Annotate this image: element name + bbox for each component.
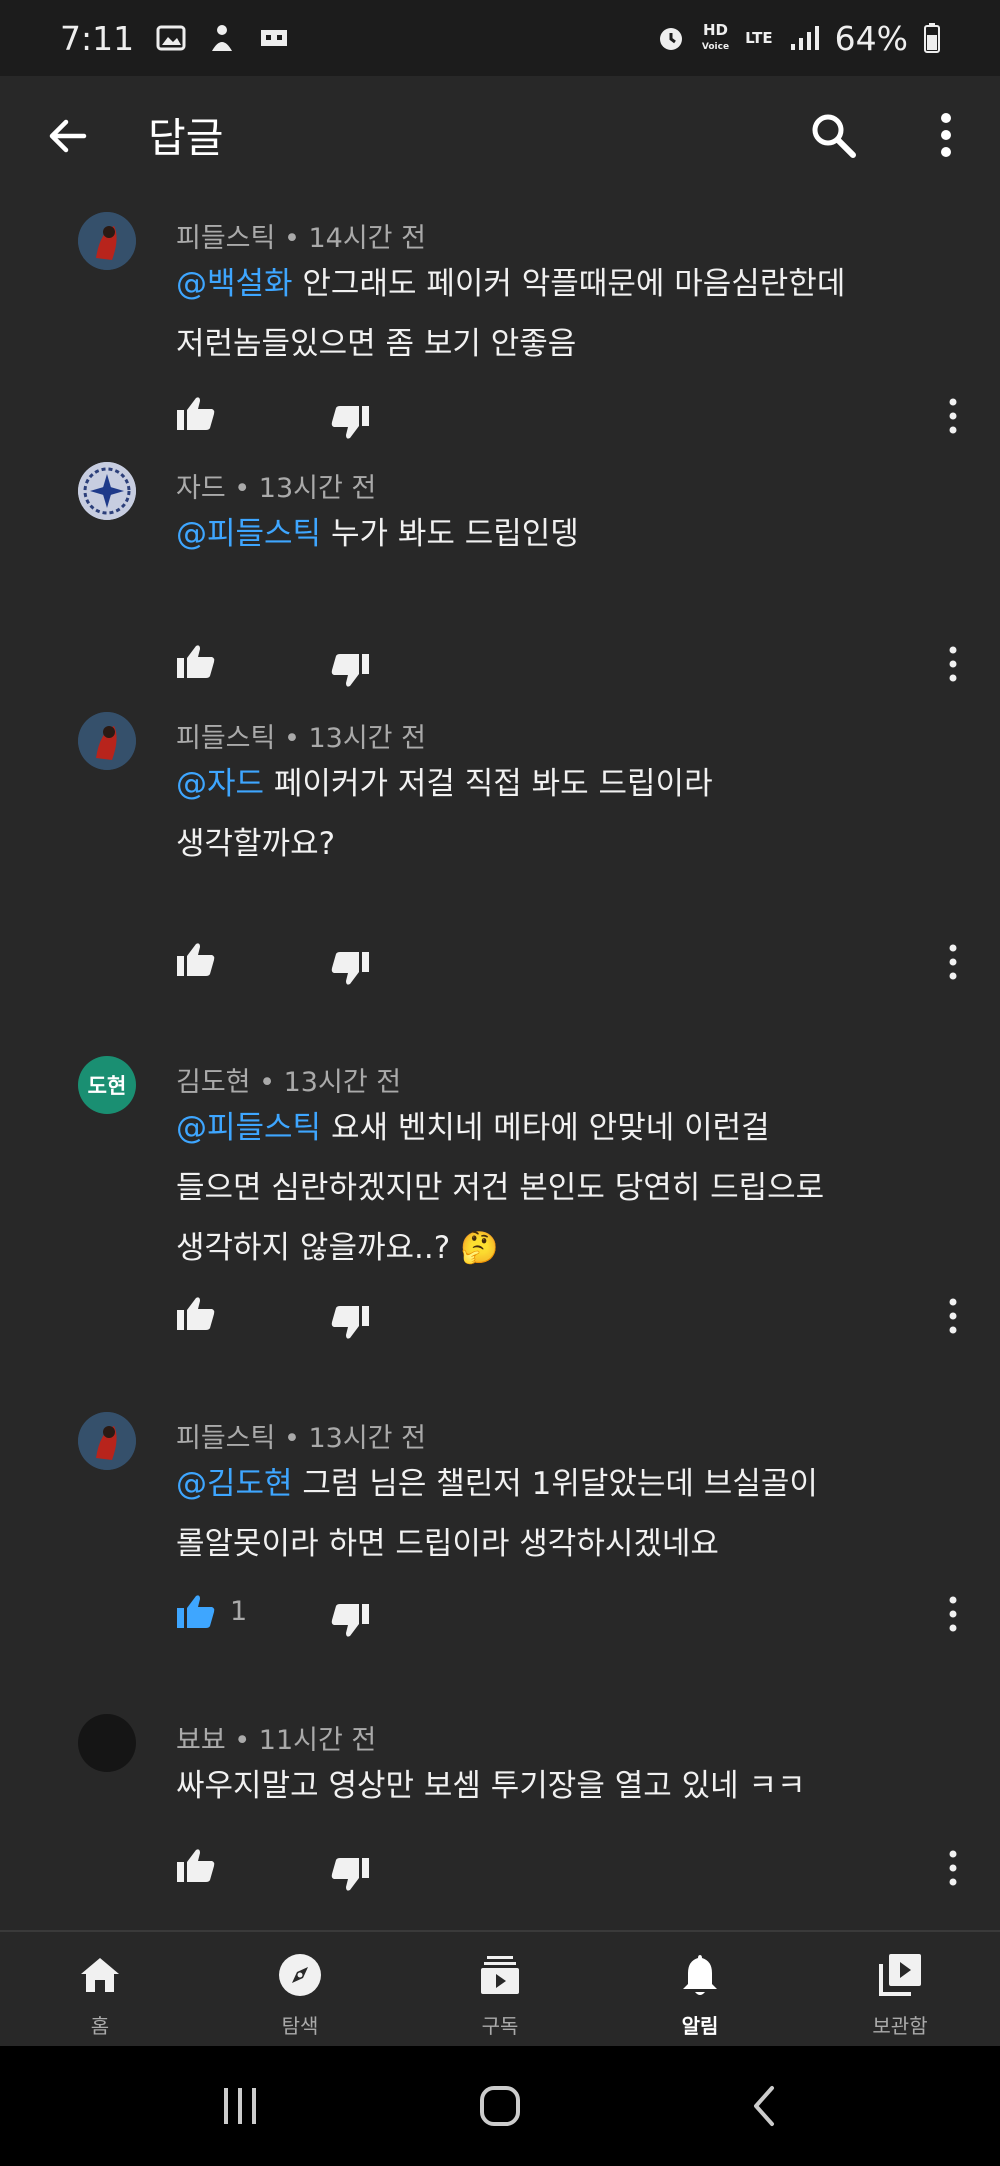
thumbs-down-icon[interactable] <box>330 948 370 988</box>
comment-time: 13시간 전 <box>308 723 426 754</box>
back-button-icon[interactable] <box>742 2084 786 2128</box>
alarm-icon <box>656 23 686 53</box>
home-button-icon[interactable] <box>478 2084 522 2128</box>
comment-text: @피들스틱 누가 봐도 드립인뎅 <box>176 516 579 552</box>
game-notification-icon <box>258 24 290 52</box>
more-options-icon[interactable] <box>930 110 962 160</box>
nav-notifications[interactable]: 알림 <box>600 1932 800 2046</box>
comment-author[interactable]: 피들스틱 <box>176 723 275 754</box>
nav-library[interactable]: 보관함 <box>800 1932 1000 2046</box>
comment-time: 13시간 전 <box>283 1067 402 1098</box>
comment-more-icon[interactable] <box>946 1594 960 1634</box>
explore-icon <box>279 1954 321 1996</box>
comment-actions <box>176 642 976 692</box>
thumbs-up-icon[interactable] <box>176 940 216 980</box>
system-navigation-bar <box>0 2046 1000 2166</box>
status-time: 7:11 <box>60 18 135 58</box>
subscriptions-icon <box>481 1956 519 1994</box>
battery-percent: 64% <box>834 18 908 58</box>
comment-time: 11시간 전 <box>258 1725 377 1756</box>
avatar-initials: 도현 <box>87 1074 127 1098</box>
comment-actions <box>176 394 976 444</box>
thumbs-down-icon[interactable] <box>330 650 370 690</box>
comment-author[interactable]: 피들스틱 <box>176 1423 275 1454</box>
search-icon[interactable] <box>808 110 858 160</box>
comment-more-icon[interactable] <box>946 942 960 982</box>
avatar[interactable] <box>78 1412 136 1470</box>
comment-text: @피들스틱 요새 벤치네 메타에 안맞네 이런걸 들으면 심란하겠지만 저건 본… <box>176 1110 825 1266</box>
thumbs-up-icon[interactable] <box>176 1294 216 1334</box>
lte-indicator: LTE <box>745 29 773 47</box>
nav-label: 탐색 <box>281 2014 319 2038</box>
avatar[interactable] <box>78 1714 136 1772</box>
mention-link[interactable]: @백설화 <box>176 266 293 302</box>
nav-home[interactable]: 홈 <box>0 1932 200 2046</box>
mention-link[interactable]: @김도현 <box>176 1466 293 1502</box>
comment-text: 싸우지말고 영상만 보셈 투기장을 열고 있네 ㅋㅋ <box>176 1768 806 1804</box>
comment-time: 13시간 전 <box>258 473 377 504</box>
hd-voice-indicator: HD Voice <box>701 20 730 52</box>
bell-icon <box>683 1955 717 1995</box>
comment-meta: 피들스틱 • 14시간 전 <box>176 223 426 254</box>
avatar[interactable] <box>78 212 136 270</box>
avatar[interactable] <box>78 462 136 520</box>
thumbs-down-icon[interactable] <box>330 402 370 442</box>
avatar[interactable] <box>78 712 136 770</box>
comment-meta: 자드 • 13시간 전 <box>176 473 377 504</box>
thumbs-up-icon[interactable] <box>176 394 216 434</box>
app-bar: 답글 <box>0 76 1000 194</box>
comment-actions <box>176 1294 976 1344</box>
comment-more-icon[interactable] <box>946 1296 960 1336</box>
comment-author[interactable]: 뵤뵤 <box>176 1725 226 1756</box>
thumbs-up-icon[interactable] <box>176 1846 216 1886</box>
library-icon <box>879 1954 921 1996</box>
nav-label: 보관함 <box>872 2014 928 2038</box>
comment-text: @자드 페이커가 저걸 직접 봐도 드립이라 생각할까요? <box>176 766 713 862</box>
signal-icon <box>789 24 819 52</box>
thumbs-up-icon-liked[interactable] <box>176 1592 216 1632</box>
nav-label: 알림 <box>681 2014 719 2038</box>
status-bar: 7:11 HD Voice LTE 64% <box>0 0 1000 76</box>
battery-icon <box>924 23 940 53</box>
comment-more-icon[interactable] <box>946 1848 960 1888</box>
thumbs-down-icon[interactable] <box>330 1854 370 1894</box>
thumbs-down-icon[interactable] <box>330 1302 370 1342</box>
comment-actions <box>176 1846 976 1896</box>
mention-link[interactable]: @피들스틱 <box>176 516 321 552</box>
recent-apps-icon[interactable] <box>218 2084 262 2128</box>
comment-more-icon[interactable] <box>946 396 960 436</box>
bottom-navigation: 홈 탐색 구독 알림 보관함 <box>0 1930 1000 2046</box>
comment-actions: 1 <box>176 1592 976 1642</box>
comment-meta: 김도현 • 13시간 전 <box>176 1067 402 1098</box>
comment-author[interactable]: 피들스틱 <box>176 223 275 254</box>
comment-meta: 피들스틱 • 13시간 전 <box>176 723 426 754</box>
comment-text: @백설화 안그래도 페이커 악플때문에 마음심란한데 저런놈들있으면 좀 보기 … <box>176 266 846 362</box>
avatar[interactable]: 도현 <box>78 1056 136 1114</box>
app-notification-icon <box>208 23 236 53</box>
comment-time: 13시간 전 <box>308 1423 426 1454</box>
nav-subscriptions[interactable]: 구독 <box>400 1932 600 2046</box>
mention-link[interactable]: @자드 <box>176 766 264 802</box>
comment-more-icon[interactable] <box>946 644 960 684</box>
nav-label: 홈 <box>90 2014 110 2038</box>
comment-author[interactable]: 김도현 <box>176 1067 251 1098</box>
gallery-icon <box>156 25 186 51</box>
comment-meta: 뵤뵤 • 11시간 전 <box>176 1725 377 1756</box>
like-count: 1 <box>230 1596 248 1627</box>
comment-actions <box>176 940 976 990</box>
thumbs-up-icon[interactable] <box>176 642 216 682</box>
comment-text: @김도현 그럼 님은 챌린저 1위달았는데 브실골이 롤알못이라 하면 드립이라… <box>176 1466 818 1562</box>
home-icon <box>81 1958 119 1992</box>
mention-link[interactable]: @피들스틱 <box>176 1110 321 1146</box>
thumbs-down-icon[interactable] <box>330 1600 370 1640</box>
comment-author[interactable]: 자드 <box>176 473 226 504</box>
comment-time: 14시간 전 <box>308 223 426 254</box>
comment-meta: 피들스틱 • 13시간 전 <box>176 1423 426 1454</box>
nav-label: 구독 <box>481 2014 519 2038</box>
back-arrow-icon[interactable] <box>44 112 92 160</box>
nav-explore[interactable]: 탐색 <box>200 1932 400 2046</box>
page-title: 답글 <box>148 114 224 162</box>
